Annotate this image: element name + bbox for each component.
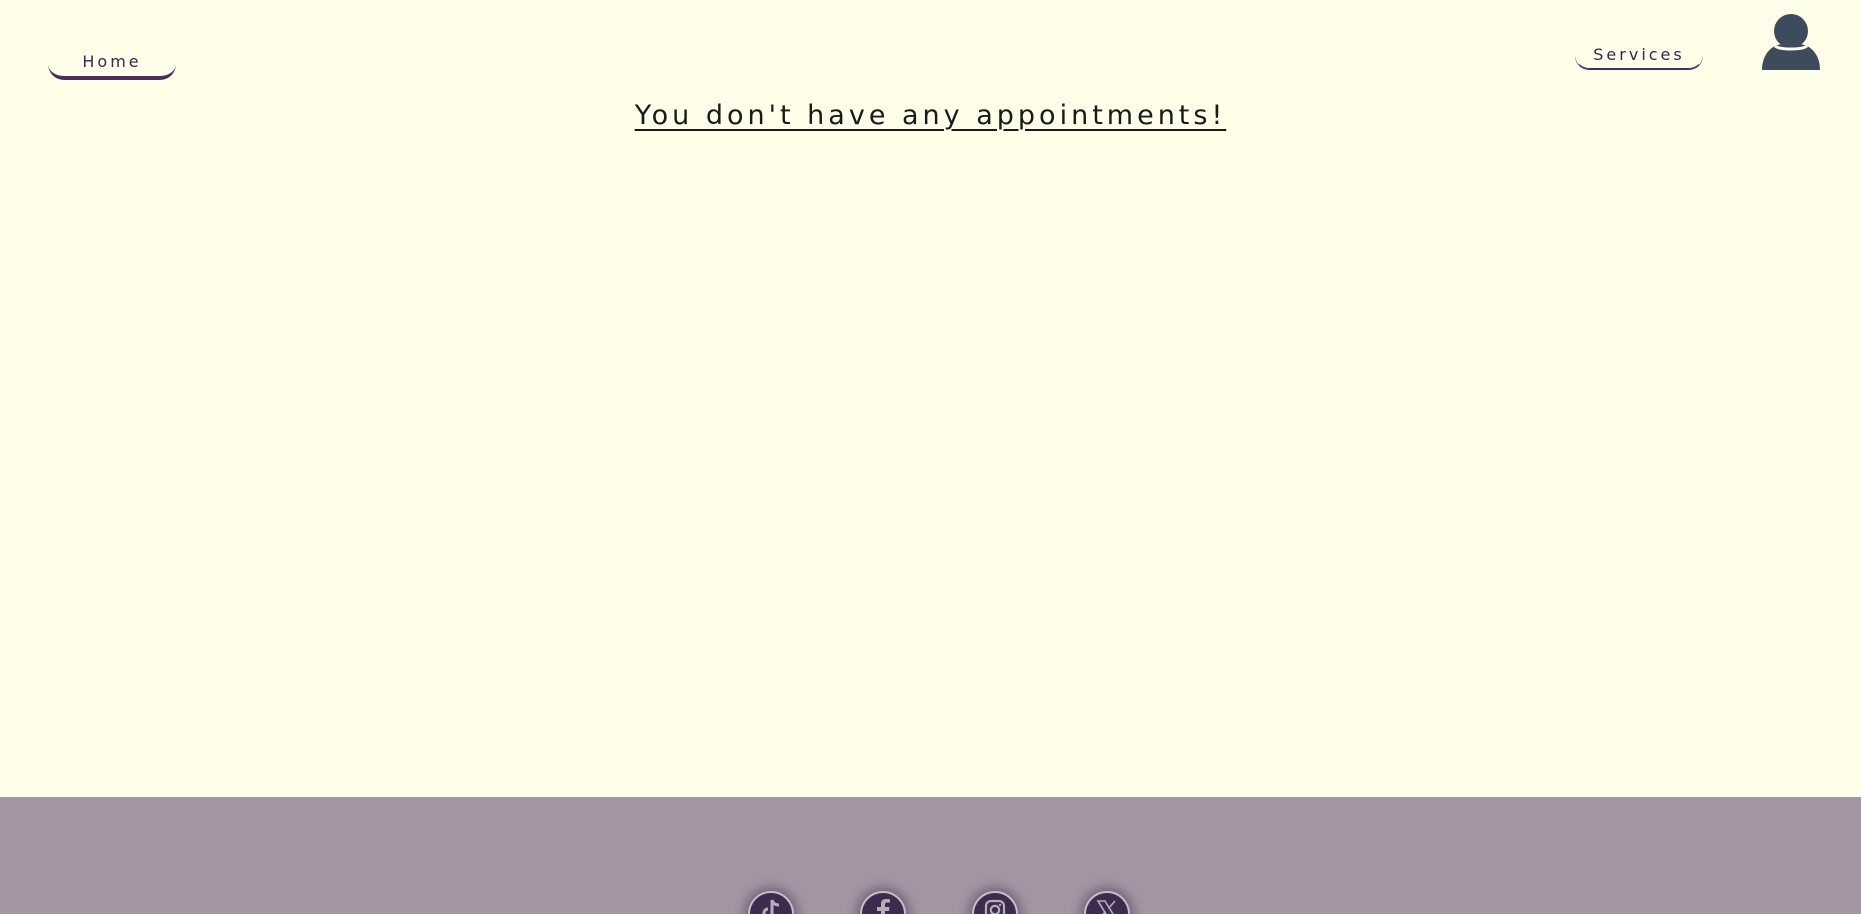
footer [0,797,1861,914]
nav-services-link[interactable]: Services [1575,40,1703,69]
nav-services-label: Services [1593,44,1685,64]
nav-home-link[interactable]: Home [48,46,176,80]
empty-appointments-message: You don't have any appointments! [634,100,1227,131]
page: Home Services You don't have any appoint… [0,0,1861,914]
user-icon[interactable] [1762,14,1820,70]
nav-home-label: Home [82,51,142,71]
